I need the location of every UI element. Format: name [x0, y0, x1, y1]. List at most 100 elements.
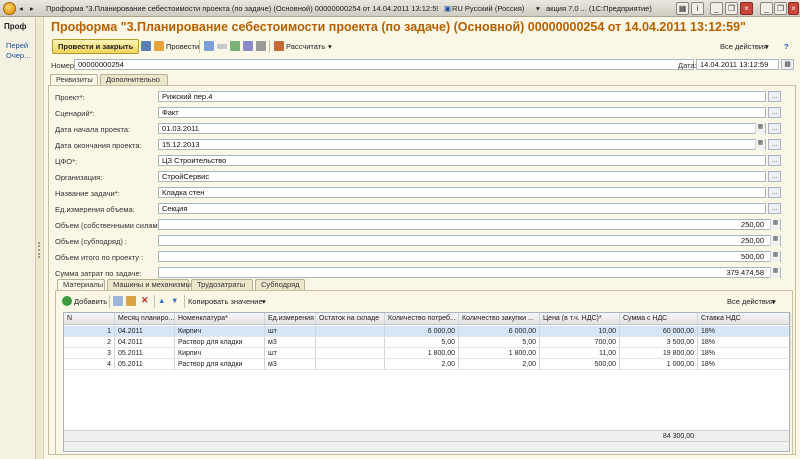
start-date-field[interactable]: 01.03.2011 [158, 123, 766, 134]
navigation-link-queue[interactable]: Очер... [6, 51, 30, 60]
scenario-field[interactable]: Факт [158, 107, 766, 118]
post-button[interactable]: Провести [166, 42, 199, 51]
calendar-icon[interactable]: ▦ [755, 123, 765, 134]
column-header-vat-rate[interactable]: Ставка НДС [698, 313, 791, 324]
clear-icon[interactable]: … [768, 123, 781, 134]
search-icon[interactable]: … [768, 91, 781, 102]
total-volume-label: Объем итого по проекту : [55, 253, 144, 262]
column-header-unit[interactable]: Ед.измерения [265, 313, 316, 324]
number-field[interactable]: 00000000254 [74, 59, 694, 70]
own-volume-field[interactable]: 250,00 [158, 219, 781, 230]
search-icon[interactable]: … [768, 203, 781, 214]
materials-table[interactable]: N Месяц планиро... Номенклатура* Ед.измерен… [63, 312, 791, 452]
delete-icon[interactable]: ✕ [141, 295, 149, 306]
project-field[interactable]: Рижский пер.4 [158, 91, 766, 102]
tab-labor[interactable]: Трудозатраты [191, 279, 253, 290]
close-icon[interactable]: × [740, 2, 753, 15]
column-header-purchase-qty[interactable]: Количество закупки ... [459, 313, 540, 324]
toolbar-separator [199, 40, 200, 53]
column-header-price[interactable]: Цена (в т.ч. НДС)* [540, 313, 620, 324]
add-button[interactable]: Добавить [74, 297, 107, 306]
report-icon[interactable] [243, 41, 253, 51]
end-date-field[interactable]: 15.12.2013 [158, 139, 766, 150]
edit-icon[interactable] [126, 296, 136, 306]
subcontract-volume-label: Объем (субподряд) : [55, 237, 127, 246]
copy-value-button[interactable]: Копировать значение [188, 297, 263, 306]
date-field[interactable]: 14.04.2011 13:12:59 [696, 59, 779, 70]
column-header-n[interactable]: N [64, 313, 115, 324]
calendar-icon[interactable]: ▦ [755, 139, 765, 150]
table-row[interactable]: 2 04.2011 Раствор для кладки м3 5,00 5,00 700,… [64, 337, 791, 348]
horizontal-scrollbar[interactable] [64, 441, 789, 451]
add-icon[interactable] [62, 296, 72, 306]
post-icon[interactable] [154, 41, 164, 51]
chevron-down-icon[interactable]: ▾ [536, 2, 544, 15]
organization-field[interactable]: СтройСервис [158, 171, 766, 182]
table-cell-purchase-qty: 1 800,00 [459, 348, 540, 358]
column-header-sum[interactable]: Сумма с НДС [620, 313, 698, 324]
column-header-stock[interactable]: Остаток на складе [316, 313, 385, 324]
subcontract-volume-field[interactable]: 250,00 [158, 235, 781, 246]
chevron-down-icon[interactable]: ▾ [328, 42, 332, 51]
calculator-icon[interactable]: ▦ [770, 267, 780, 278]
column-header-month[interactable]: Месяц планиро... [115, 313, 175, 324]
task-cost-sum-field[interactable]: 379 474,58 [158, 267, 781, 278]
calculator-icon[interactable]: ▦ [770, 219, 780, 230]
all-actions-button[interactable]: Все действия [720, 42, 767, 51]
document-icon[interactable] [204, 41, 214, 51]
search-icon[interactable]: … [768, 155, 781, 166]
grid-icon[interactable]: ▦ [676, 2, 689, 15]
move-down-icon[interactable]: ▼ [171, 296, 178, 305]
app-menu-icon[interactable] [3, 2, 16, 15]
clear-icon[interactable]: … [768, 139, 781, 150]
grid-all-actions-button[interactable]: Все действия [727, 297, 774, 306]
post-and-close-button[interactable]: Провести и закрыть [52, 39, 140, 54]
cfo-field[interactable]: ЦЗ Строительство [158, 155, 766, 166]
minus-icon[interactable] [217, 44, 227, 49]
total-volume-field[interactable]: 500,00 [158, 251, 781, 262]
volume-unit-field[interactable]: Секция [158, 203, 766, 214]
save-icon[interactable] [141, 41, 151, 51]
table-row[interactable]: 4 05.2011 Раствор для кладки м3 2,00 2,00 500,… [64, 359, 791, 370]
language-indicator[interactable]: RU Русский (Россия) [452, 2, 534, 15]
toolbar-separator [154, 295, 155, 308]
print-icon[interactable] [256, 41, 266, 51]
search-icon[interactable]: … [768, 171, 781, 182]
minimize-icon[interactable]: _ [710, 2, 723, 15]
forward-icon[interactable]: ▸ [30, 2, 43, 15]
copy-icon[interactable] [113, 296, 123, 306]
tab-additional[interactable]: Дополнительно [100, 74, 168, 85]
minimize-form-icon[interactable]: _ [760, 2, 773, 15]
table-cell-need-qty: 6 000,00 [385, 326, 459, 336]
search-icon[interactable]: … [768, 107, 781, 118]
info-icon[interactable]: i [691, 2, 704, 15]
language-icon: ▣ [444, 4, 452, 13]
panel-splitter[interactable] [36, 17, 44, 459]
column-header-nomenclature[interactable]: Номенклатура* [175, 313, 265, 324]
task-name-field[interactable]: Кладка стен [158, 187, 766, 198]
navigation-link-goto[interactable]: Перей [6, 41, 28, 50]
chevron-down-icon[interactable]: ▾ [765, 42, 769, 51]
calculator-icon[interactable]: ▦ [770, 235, 780, 246]
column-header-need-qty[interactable]: Количество потреб... [385, 313, 459, 324]
structure-icon[interactable] [230, 41, 240, 51]
chevron-down-icon[interactable]: ▾ [262, 297, 266, 306]
calculate-button[interactable]: Рассчитать [286, 42, 325, 51]
table-cell-stock [316, 326, 385, 336]
table-cell-sum: 19 800,00 [620, 348, 698, 358]
help-icon[interactable]: ? [784, 42, 789, 51]
restore-icon[interactable]: ❐ [725, 2, 738, 15]
close-form-icon[interactable]: × [788, 2, 799, 15]
tab-machines[interactable]: Машины и механизмы [107, 279, 191, 290]
search-icon[interactable]: … [768, 187, 781, 198]
table-cell-n: 3 [64, 348, 115, 358]
table-row[interactable]: 3 05.2011 Кирпич шт 1 800,00 1 800,00 11,00 19 … [64, 348, 791, 359]
move-up-icon[interactable]: ▲ [158, 296, 165, 305]
table-row[interactable]: 1 04.2011 Кирпич шт 6 000,00 6 000,00 10,00 60 … [64, 326, 791, 337]
table-cell-nomenclature: Кирпич [175, 348, 265, 358]
chevron-down-icon[interactable]: ▾ [772, 297, 776, 306]
restore-form-icon[interactable]: ❐ [774, 2, 787, 15]
calculator-icon[interactable]: ▦ [770, 251, 780, 262]
calendar-icon[interactable]: ▦ [781, 59, 794, 70]
tab-subcontract[interactable]: Субподряд [255, 279, 305, 290]
